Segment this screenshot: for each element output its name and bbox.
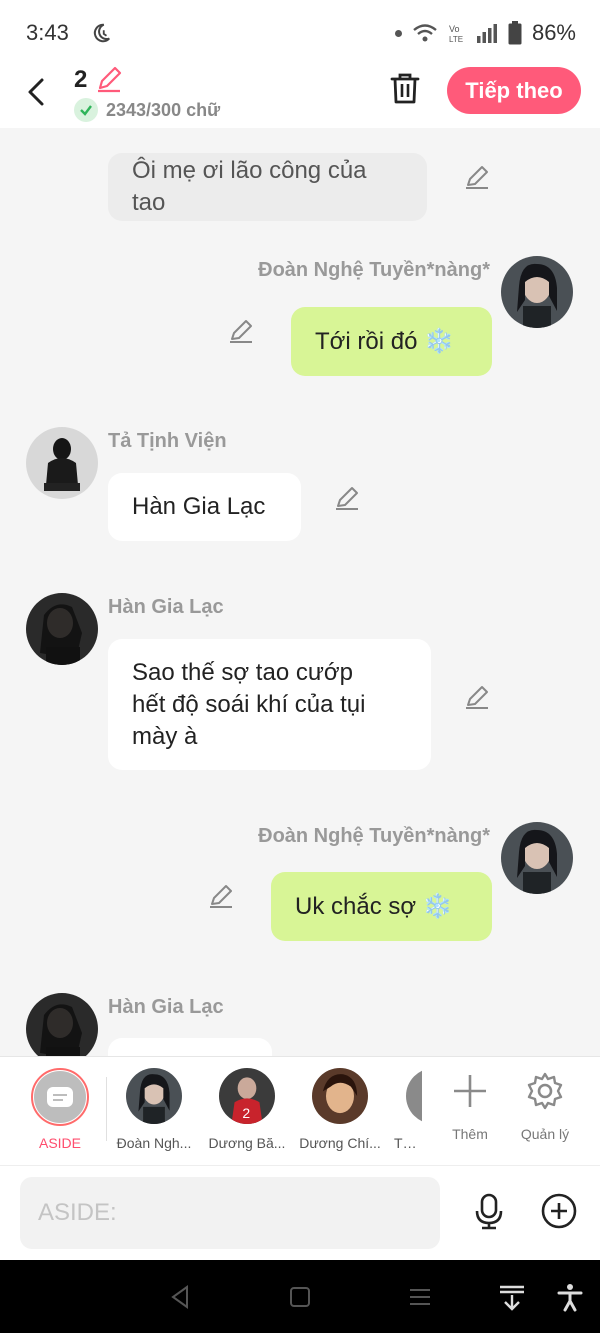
edit-message-icon[interactable] bbox=[463, 163, 491, 191]
plus-icon bbox=[454, 1075, 486, 1107]
edit-message-icon[interactable] bbox=[333, 484, 361, 512]
narration-bubble[interactable]: Ôi mẹ ơi lão công của tao bbox=[108, 153, 427, 221]
trash-icon[interactable] bbox=[387, 70, 423, 106]
gear-icon bbox=[527, 1072, 563, 1110]
sender-name: Tả Tịnh Viện bbox=[108, 430, 227, 452]
chat-bubble[interactable]: Sao thế sợ tao cướp hết độ soái khí của … bbox=[108, 639, 431, 770]
edit-message-icon[interactable] bbox=[207, 882, 235, 910]
chat-bubble[interactable]: Uk chắc sợ ❄️ bbox=[271, 872, 492, 941]
aside-label: ASIDE bbox=[38, 1135, 81, 1151]
character-name: Dương Chí... bbox=[299, 1135, 381, 1151]
nav-back-icon[interactable] bbox=[165, 1282, 195, 1312]
avatar-image bbox=[26, 427, 98, 499]
avatar bbox=[406, 1068, 422, 1124]
avatar[interactable] bbox=[501, 256, 573, 328]
edit-chapter-icon[interactable] bbox=[94, 64, 124, 94]
character-item[interactable]: 2 Dương Bă... bbox=[201, 1068, 293, 1151]
chat-bubble-line: Sao thế sợ tao cướp bbox=[132, 658, 353, 686]
avatar-image bbox=[26, 593, 98, 665]
avatar[interactable] bbox=[26, 993, 98, 1056]
manage-button[interactable]: Quản lý bbox=[510, 1071, 580, 1142]
avatar[interactable] bbox=[26, 427, 98, 499]
word-count: 2343/300 chữ bbox=[74, 98, 220, 122]
character-name: Dương Bă... bbox=[208, 1135, 286, 1151]
sender-name: Đoàn Nghệ Tuyền*nàng* bbox=[258, 259, 490, 281]
status-bar: 3:43 Vo LTE 86% bbox=[0, 0, 600, 64]
svg-text:2: 2 bbox=[242, 1105, 250, 1121]
avatar[interactable] bbox=[26, 593, 98, 665]
nav-hide-icon[interactable] bbox=[497, 1282, 527, 1312]
divider bbox=[106, 1077, 107, 1141]
chat-bubble[interactable]: Hàn Gia Lạc bbox=[108, 473, 301, 541]
chapter-number: 2 bbox=[74, 66, 88, 93]
status-icons: Vo LTE 86% bbox=[394, 20, 576, 46]
narration-icon bbox=[47, 1087, 73, 1107]
edit-message-icon[interactable] bbox=[463, 683, 491, 711]
check-icon bbox=[74, 98, 98, 122]
character-item[interactable]: Đoàn Ngh... bbox=[108, 1068, 200, 1151]
avatar bbox=[126, 1068, 182, 1124]
sender-name: Đoàn Nghệ Tuyền*nàng* bbox=[258, 825, 490, 847]
signal-icon bbox=[476, 24, 497, 43]
aside-button[interactable] bbox=[31, 1068, 89, 1126]
avatar[interactable] bbox=[501, 822, 573, 894]
message-input[interactable] bbox=[20, 1177, 440, 1249]
notification-dot-icon bbox=[394, 29, 402, 37]
accessibility-icon[interactable] bbox=[555, 1282, 585, 1312]
edit-message-icon[interactable] bbox=[227, 317, 255, 345]
wifi-icon bbox=[413, 24, 437, 42]
chat-area[interactable]: Ôi mẹ ơi lão công của tao Đoàn Nghệ Tuyề… bbox=[0, 128, 600, 1056]
chat-bubble-line: mày à bbox=[132, 722, 198, 750]
character-bar: ASIDE Đoàn Ngh... 2 Dương Bă... Dương Ch… bbox=[0, 1056, 600, 1165]
avatar-image bbox=[501, 822, 573, 894]
status-time: 3:43 bbox=[26, 20, 69, 45]
avatar: 2 bbox=[219, 1068, 275, 1124]
add-label: Thêm bbox=[452, 1126, 488, 1142]
editor-header: 2 2343/300 chữ Tiếp theo bbox=[0, 64, 600, 128]
avatar bbox=[312, 1068, 368, 1124]
input-bar bbox=[0, 1165, 600, 1260]
avatar-image bbox=[26, 993, 98, 1056]
system-nav-bar bbox=[0, 1260, 600, 1333]
character-name: Đoàn Ngh... bbox=[116, 1135, 192, 1151]
svg-text:Vo: Vo bbox=[449, 24, 460, 34]
character-item[interactable]: Tả T bbox=[388, 1068, 422, 1151]
add-icon[interactable] bbox=[540, 1192, 578, 1230]
chat-bubble[interactable] bbox=[108, 1038, 272, 1056]
next-button[interactable]: Tiếp theo bbox=[447, 67, 581, 114]
battery-icon bbox=[508, 21, 522, 45]
character-name: Tả T bbox=[394, 1135, 422, 1151]
do-not-disturb-icon bbox=[93, 23, 110, 43]
back-icon[interactable] bbox=[22, 72, 52, 112]
sender-name: Hàn Gia Lạc bbox=[108, 596, 224, 618]
aside-icon-bg bbox=[34, 1071, 86, 1123]
avatar-image bbox=[501, 256, 573, 328]
manage-label: Quản lý bbox=[520, 1126, 570, 1142]
sender-name: Hàn Gia Lạc bbox=[108, 996, 224, 1018]
word-count-text: 2343/300 chữ bbox=[106, 99, 221, 120]
chat-bubble[interactable]: Tới rồi đó ❄️ bbox=[291, 307, 492, 376]
battery-percent: 86% bbox=[531, 20, 576, 45]
microphone-icon[interactable] bbox=[470, 1192, 508, 1230]
character-item[interactable]: Dương Chí... bbox=[294, 1068, 386, 1151]
add-character-button[interactable]: Thêm bbox=[435, 1071, 505, 1142]
chat-bubble-line: hết độ soái khí của tụi bbox=[132, 690, 366, 718]
volte-icon: Vo LTE bbox=[449, 24, 463, 44]
svg-text:LTE: LTE bbox=[449, 35, 463, 44]
nav-home-icon[interactable] bbox=[285, 1282, 315, 1312]
nav-recents-icon[interactable] bbox=[405, 1282, 435, 1312]
